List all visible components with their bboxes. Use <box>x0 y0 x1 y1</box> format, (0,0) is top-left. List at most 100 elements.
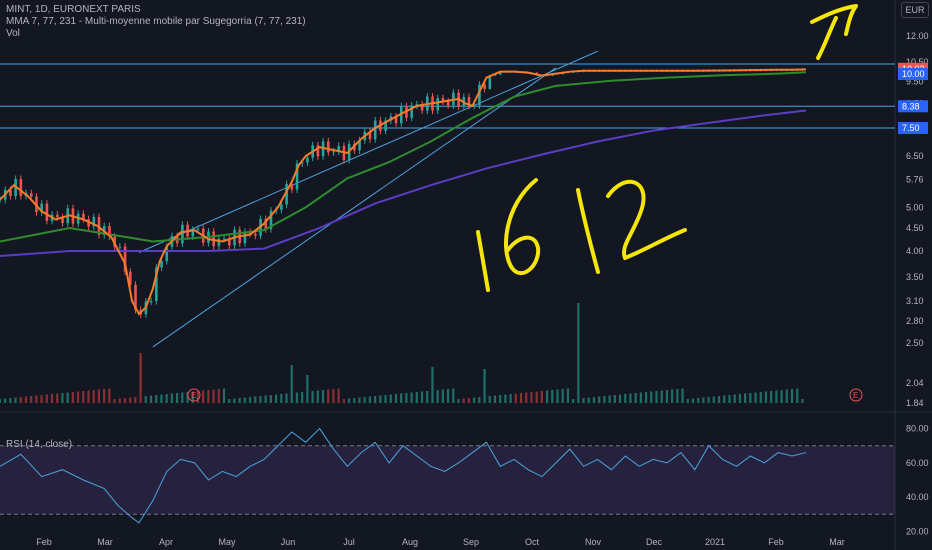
volume-bar <box>629 393 632 403</box>
volume-bar <box>431 367 434 403</box>
volume-bar <box>274 394 278 403</box>
volume-bar <box>175 393 179 403</box>
volume-bar <box>712 396 715 403</box>
candle-body <box>446 101 450 106</box>
trendline[interactable] <box>152 67 557 348</box>
volume-bar <box>796 388 799 403</box>
volume-bar <box>691 398 695 403</box>
trendline[interactable] <box>138 50 598 253</box>
price-tick-label: 2.80 <box>906 316 924 326</box>
rsi-tick-label: 60.00 <box>906 458 929 468</box>
volume-bar <box>103 389 106 403</box>
volume-bar <box>754 392 757 403</box>
volume-bar <box>452 388 455 403</box>
volume-bar <box>337 388 340 403</box>
volume-bar <box>441 389 444 403</box>
indicator-header: MMA 7, 77, 231 - Multi-moyenne mobile pa… <box>6 16 306 27</box>
rsi-tick-label: 40.00 <box>906 492 929 502</box>
volume-bar <box>212 389 215 403</box>
volume-bar <box>530 392 533 403</box>
volume-bar <box>243 397 246 403</box>
candle-body <box>181 224 184 244</box>
volume-bar <box>92 390 95 403</box>
handwritten-annotation <box>476 4 858 292</box>
volume-bar <box>202 390 205 403</box>
volume-bar <box>462 398 465 403</box>
volume-bar <box>775 390 778 403</box>
volume-bar <box>394 394 398 403</box>
volume-bar <box>9 398 12 403</box>
volume-bar <box>660 390 663 403</box>
volume-bar <box>155 395 158 403</box>
volume-bar <box>603 396 606 403</box>
candle-body <box>332 151 335 153</box>
volume-bar <box>707 397 710 403</box>
earnings-marker-letter: E <box>191 391 196 400</box>
volume-bar <box>301 392 304 403</box>
chart-canvas[interactable]: 12.0010.509.508.507.506.505.765.004.504.… <box>0 0 932 550</box>
volume-bar <box>509 394 512 403</box>
volume-bar <box>50 394 54 403</box>
volume-bar <box>420 391 424 403</box>
price-tick-label: 4.00 <box>906 246 924 256</box>
volume-bar <box>248 397 252 403</box>
volume-bar <box>222 388 226 403</box>
volume-bar <box>134 397 137 403</box>
volume-bar <box>290 365 293 403</box>
volume-bar <box>733 394 736 403</box>
volume-bar <box>76 391 80 403</box>
time-tick-label: Oct <box>525 537 540 547</box>
volume-bar <box>744 393 747 403</box>
volume-bar <box>525 392 528 403</box>
volume-bar <box>61 393 64 403</box>
volume-bar <box>613 395 616 403</box>
time-tick-label: Nov <box>585 537 602 547</box>
volume-bar <box>97 389 101 403</box>
symbol-header: MINT, 1D, EURONEXT PARIS <box>6 4 141 15</box>
ma231-line <box>0 109 807 257</box>
volume-bar <box>582 398 585 403</box>
volume-bar <box>129 397 132 403</box>
price-tick-label: 5.76 <box>906 175 924 185</box>
time-tick-label: Feb <box>36 537 52 547</box>
volume-bar <box>259 396 262 403</box>
candle-body <box>160 261 163 268</box>
volume-bar <box>30 396 33 403</box>
price-label-text: 7.50 <box>902 123 920 133</box>
volume-bar <box>572 399 575 403</box>
volume-bar <box>384 395 387 403</box>
candle-body <box>29 193 33 197</box>
volume-bar <box>608 395 611 403</box>
price-tick-label: 2.50 <box>906 338 924 348</box>
volume-bar <box>0 399 1 403</box>
candle-body <box>222 238 226 240</box>
volume-bar <box>123 398 127 403</box>
currency-button[interactable]: EUR <box>901 2 929 18</box>
price-tick-label: 12.00 <box>906 31 929 41</box>
volume-bar <box>514 393 517 403</box>
volume-bar <box>644 392 648 403</box>
volume-bar <box>410 392 413 403</box>
time-tick-label: Jul <box>343 537 355 547</box>
volume-bar <box>785 389 788 403</box>
volume-bar <box>196 391 200 403</box>
time-tick-label: May <box>218 537 236 547</box>
price-tick-label: 6.50 <box>906 151 924 161</box>
volume-bar <box>717 396 721 403</box>
candle-body <box>118 246 122 248</box>
time-tick-label: Apr <box>159 537 173 547</box>
volume-bar <box>426 391 429 403</box>
volume-bar <box>254 396 257 403</box>
volume-bar <box>540 391 543 403</box>
volume-bar <box>561 389 564 403</box>
volume-bar <box>592 397 596 403</box>
volume-bar <box>82 391 85 403</box>
volume-bar <box>170 393 173 403</box>
volume-bar <box>295 392 299 403</box>
volume-bar <box>598 396 601 403</box>
volume-bar <box>342 399 345 403</box>
volume-bar <box>790 389 794 403</box>
volume-bar <box>467 398 471 403</box>
volume-bar <box>280 394 283 403</box>
price-tick-label: 1.84 <box>906 398 924 408</box>
